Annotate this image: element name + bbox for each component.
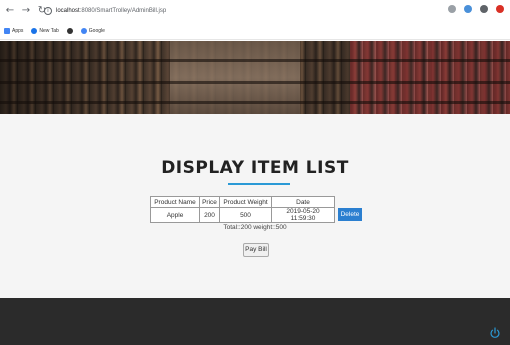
cell-product-weight: 500 [219, 207, 272, 223]
header-date: Date [271, 196, 335, 208]
title-underline [228, 183, 290, 185]
browser-toolbar: ← → ↻ i localhost:8080/SmartTrolley/Admi… [0, 0, 510, 22]
hero-shelf-line [0, 81, 510, 84]
star-icon[interactable] [448, 5, 456, 13]
info-icon[interactable]: i [44, 7, 52, 15]
totals-text: Total::200 weight::500 [223, 224, 287, 231]
google-icon [80, 27, 87, 34]
header-product-weight: Product Weight [219, 196, 272, 208]
forward-arrow-icon[interactable]: → [20, 5, 32, 17]
apps-grid-icon [4, 27, 10, 34]
profile-avatar-icon[interactable] [496, 5, 504, 13]
page-title: DISPLAY ITEM LIST [161, 158, 349, 178]
table-header-row: Product Name Price Product Weight Date [150, 196, 335, 208]
extension-icons [448, 5, 504, 13]
page-footer [0, 298, 510, 345]
bookmark-github[interactable] [66, 27, 73, 34]
shield-icon[interactable] [480, 5, 488, 13]
cell-product-name: Apple [150, 207, 200, 223]
github-icon [66, 27, 73, 34]
bookmark-apps[interactable]: Apps [4, 27, 23, 34]
header-product-name: Product Name [150, 196, 200, 208]
item-table: Product Name Price Product Weight Date A… [150, 196, 335, 223]
cell-date: 2019-05-20 11:59:30 [271, 207, 335, 223]
bookmark-google[interactable]: Google [80, 27, 105, 34]
extension-icon[interactable] [464, 5, 472, 13]
table-row: Apple 200 500 2019-05-20 11:59:30 [150, 207, 335, 223]
back-arrow-icon[interactable]: ← [4, 5, 16, 17]
url-text: localhost:8080/SmartTrolley/AdminBill.js… [56, 8, 167, 14]
header-price: Price [199, 196, 220, 208]
hero-shelf-line [0, 59, 510, 62]
delete-button[interactable]: Delete [338, 208, 362, 221]
cell-price: 200 [199, 207, 220, 223]
hero-banner-image [0, 41, 510, 114]
address-bar[interactable]: i localhost:8080/SmartTrolley/AdminBill.… [44, 4, 444, 18]
hero-shelf-line [0, 101, 510, 104]
globe-icon [31, 27, 38, 34]
pay-bill-button[interactable]: Pay Bill [243, 243, 269, 257]
bookmarks-bar: Apps New Tab Google [0, 22, 510, 40]
bookmark-new-tab[interactable]: New Tab [31, 27, 59, 34]
power-icon[interactable] [489, 327, 501, 339]
